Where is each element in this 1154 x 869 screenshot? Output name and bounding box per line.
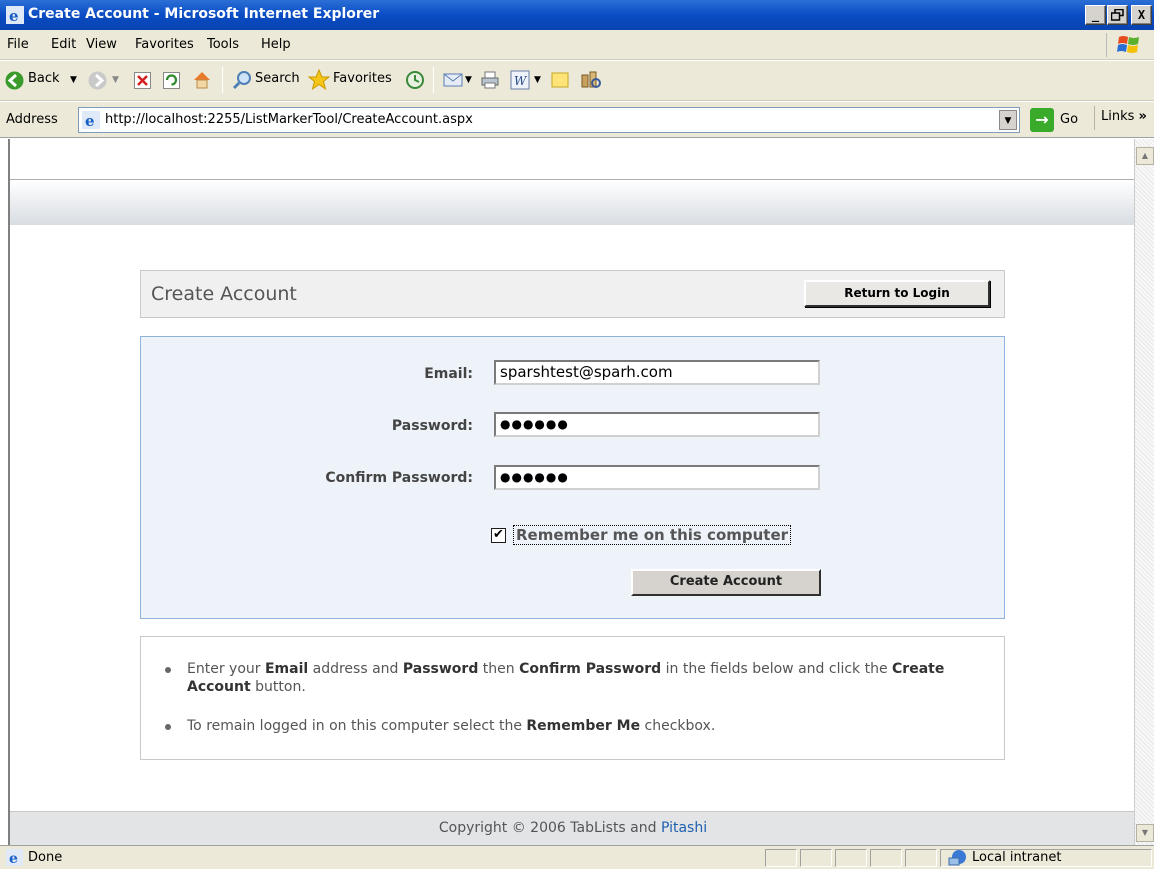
menu-bar: File Edit View Favorites Tools Help xyxy=(0,30,1154,60)
windows-logo-icon xyxy=(1106,33,1146,57)
ie-logo-icon: e xyxy=(6,6,24,24)
status-text: Done xyxy=(28,850,63,865)
restore-icon xyxy=(1110,8,1124,21)
copyright-text: Copyright © 2006 TabLists and Pitashi xyxy=(10,820,1134,836)
research-icon[interactable] xyxy=(580,69,602,91)
edit-dropdown-icon[interactable]: ▼ xyxy=(534,75,541,85)
remember-me-checkbox[interactable]: ✔ xyxy=(491,528,506,543)
scroll-up-icon[interactable]: ▲ xyxy=(1136,147,1154,165)
edit-word-icon[interactable]: W xyxy=(510,70,530,90)
status-panel xyxy=(765,849,797,867)
menu-help[interactable]: Help xyxy=(261,37,291,52)
scroll-down-icon[interactable]: ▼ xyxy=(1136,824,1154,842)
history-icon[interactable] xyxy=(405,70,425,90)
home-icon[interactable] xyxy=(192,70,212,90)
close-button[interactable]: X xyxy=(1131,5,1152,25)
password-field[interactable]: ●●●●●● xyxy=(494,412,820,437)
email-label: Email: xyxy=(424,366,473,382)
svg-text:W: W xyxy=(514,74,528,88)
menu-tools[interactable]: Tools xyxy=(207,37,239,52)
address-input[interactable]: e http://localhost:2255/ListMarkerTool/C… xyxy=(78,107,1020,133)
toolbar-separator xyxy=(222,67,223,93)
status-panel xyxy=(905,849,937,867)
page-header-band xyxy=(10,179,1134,225)
print-icon[interactable] xyxy=(480,70,500,90)
pitashi-link[interactable]: Pitashi xyxy=(661,820,707,836)
go-arrow-icon[interactable]: → xyxy=(1030,108,1054,132)
toolbar-separator xyxy=(433,67,434,93)
refresh-icon[interactable] xyxy=(163,72,180,89)
forward-dropdown-icon[interactable]: ▼ xyxy=(112,75,119,85)
svg-text:e: e xyxy=(85,112,95,129)
toolbar: Back ▼ ▼ Search Favorites ▼ W ▼ xyxy=(0,61,1154,101)
favorites-button[interactable]: Favorites xyxy=(333,71,392,86)
favorites-star-icon[interactable] xyxy=(308,69,330,91)
status-panel xyxy=(800,849,832,867)
confirm-password-field[interactable]: ●●●●●● xyxy=(494,465,820,490)
copyright-prefix: Copyright © 2006 TabLists and xyxy=(438,820,661,836)
password-label: Password: xyxy=(391,418,473,434)
back-icon[interactable] xyxy=(5,71,24,90)
stop-icon[interactable] xyxy=(134,72,151,89)
address-label: Address xyxy=(6,112,58,127)
back-button[interactable]: Back xyxy=(28,71,60,86)
links-button[interactable]: Links » xyxy=(1094,106,1147,130)
local-intranet-icon xyxy=(948,850,966,866)
instruction-item: To remain logged in on this computer sel… xyxy=(187,718,716,734)
chevron-right-icon: » xyxy=(1138,109,1147,124)
maximize-button[interactable] xyxy=(1107,5,1128,25)
create-account-form: Email: sparshtest@sparh.com Password: ●●… xyxy=(140,336,1005,619)
svg-text:e: e xyxy=(9,851,18,866)
page-icon: e xyxy=(82,111,100,129)
create-account-button[interactable]: Create Account xyxy=(631,569,821,596)
menu-file[interactable]: File xyxy=(7,37,29,52)
confirm-password-label: Confirm Password: xyxy=(325,470,473,486)
remember-me-label[interactable]: Remember me on this computer xyxy=(513,525,792,545)
page-viewport: Create Account Return to Login Email: sp… xyxy=(8,139,1134,845)
page-done-icon: e xyxy=(6,849,23,866)
menu-view[interactable]: View xyxy=(86,37,117,52)
instruction-item: Enter your Email address and Password th… xyxy=(187,661,945,695)
address-url[interactable]: http://localhost:2255/ListMarkerTool/Cre… xyxy=(105,112,473,127)
status-bar: e Done Local intranet xyxy=(0,845,1154,869)
links-label: Links xyxy=(1101,109,1135,124)
mail-dropdown-icon[interactable]: ▼ xyxy=(465,75,472,85)
svg-text:e: e xyxy=(9,7,19,24)
title-bar: e Create Account - Microsoft Internet Ex… xyxy=(0,0,1154,30)
footer: Copyright © 2006 TabLists and Pitashi xyxy=(10,811,1134,845)
back-dropdown-icon[interactable]: ▼ xyxy=(70,75,77,85)
discuss-icon[interactable] xyxy=(551,71,569,89)
vertical-scrollbar[interactable]: ▲ ▼ xyxy=(1134,139,1154,845)
forward-icon[interactable] xyxy=(88,71,107,90)
menu-favorites[interactable]: Favorites xyxy=(135,37,194,52)
go-button[interactable]: Go xyxy=(1060,112,1078,127)
search-icon[interactable] xyxy=(232,70,252,90)
window-title: Create Account - Microsoft Internet Expl… xyxy=(28,6,380,22)
zone-text: Local intranet xyxy=(972,850,1062,865)
status-panel xyxy=(835,849,867,867)
menu-edit[interactable]: Edit xyxy=(51,37,76,52)
bullet-icon xyxy=(165,724,171,730)
address-dropdown-icon[interactable]: ▼ xyxy=(999,110,1017,130)
status-panel xyxy=(870,849,902,867)
email-field[interactable]: sparshtest@sparh.com xyxy=(494,360,820,385)
create-account-header: Create Account Return to Login xyxy=(140,270,1005,318)
search-button[interactable]: Search xyxy=(255,71,300,86)
instructions-panel: Enter your Email address and Password th… xyxy=(140,636,1005,760)
bullet-icon xyxy=(165,667,171,673)
address-bar: Address e http://localhost:2255/ListMark… xyxy=(0,102,1154,138)
return-to-login-button[interactable]: Return to Login xyxy=(804,280,990,307)
page-title: Create Account xyxy=(151,283,297,305)
minimize-button[interactable]: _ xyxy=(1085,5,1106,25)
mail-icon[interactable] xyxy=(443,71,463,89)
